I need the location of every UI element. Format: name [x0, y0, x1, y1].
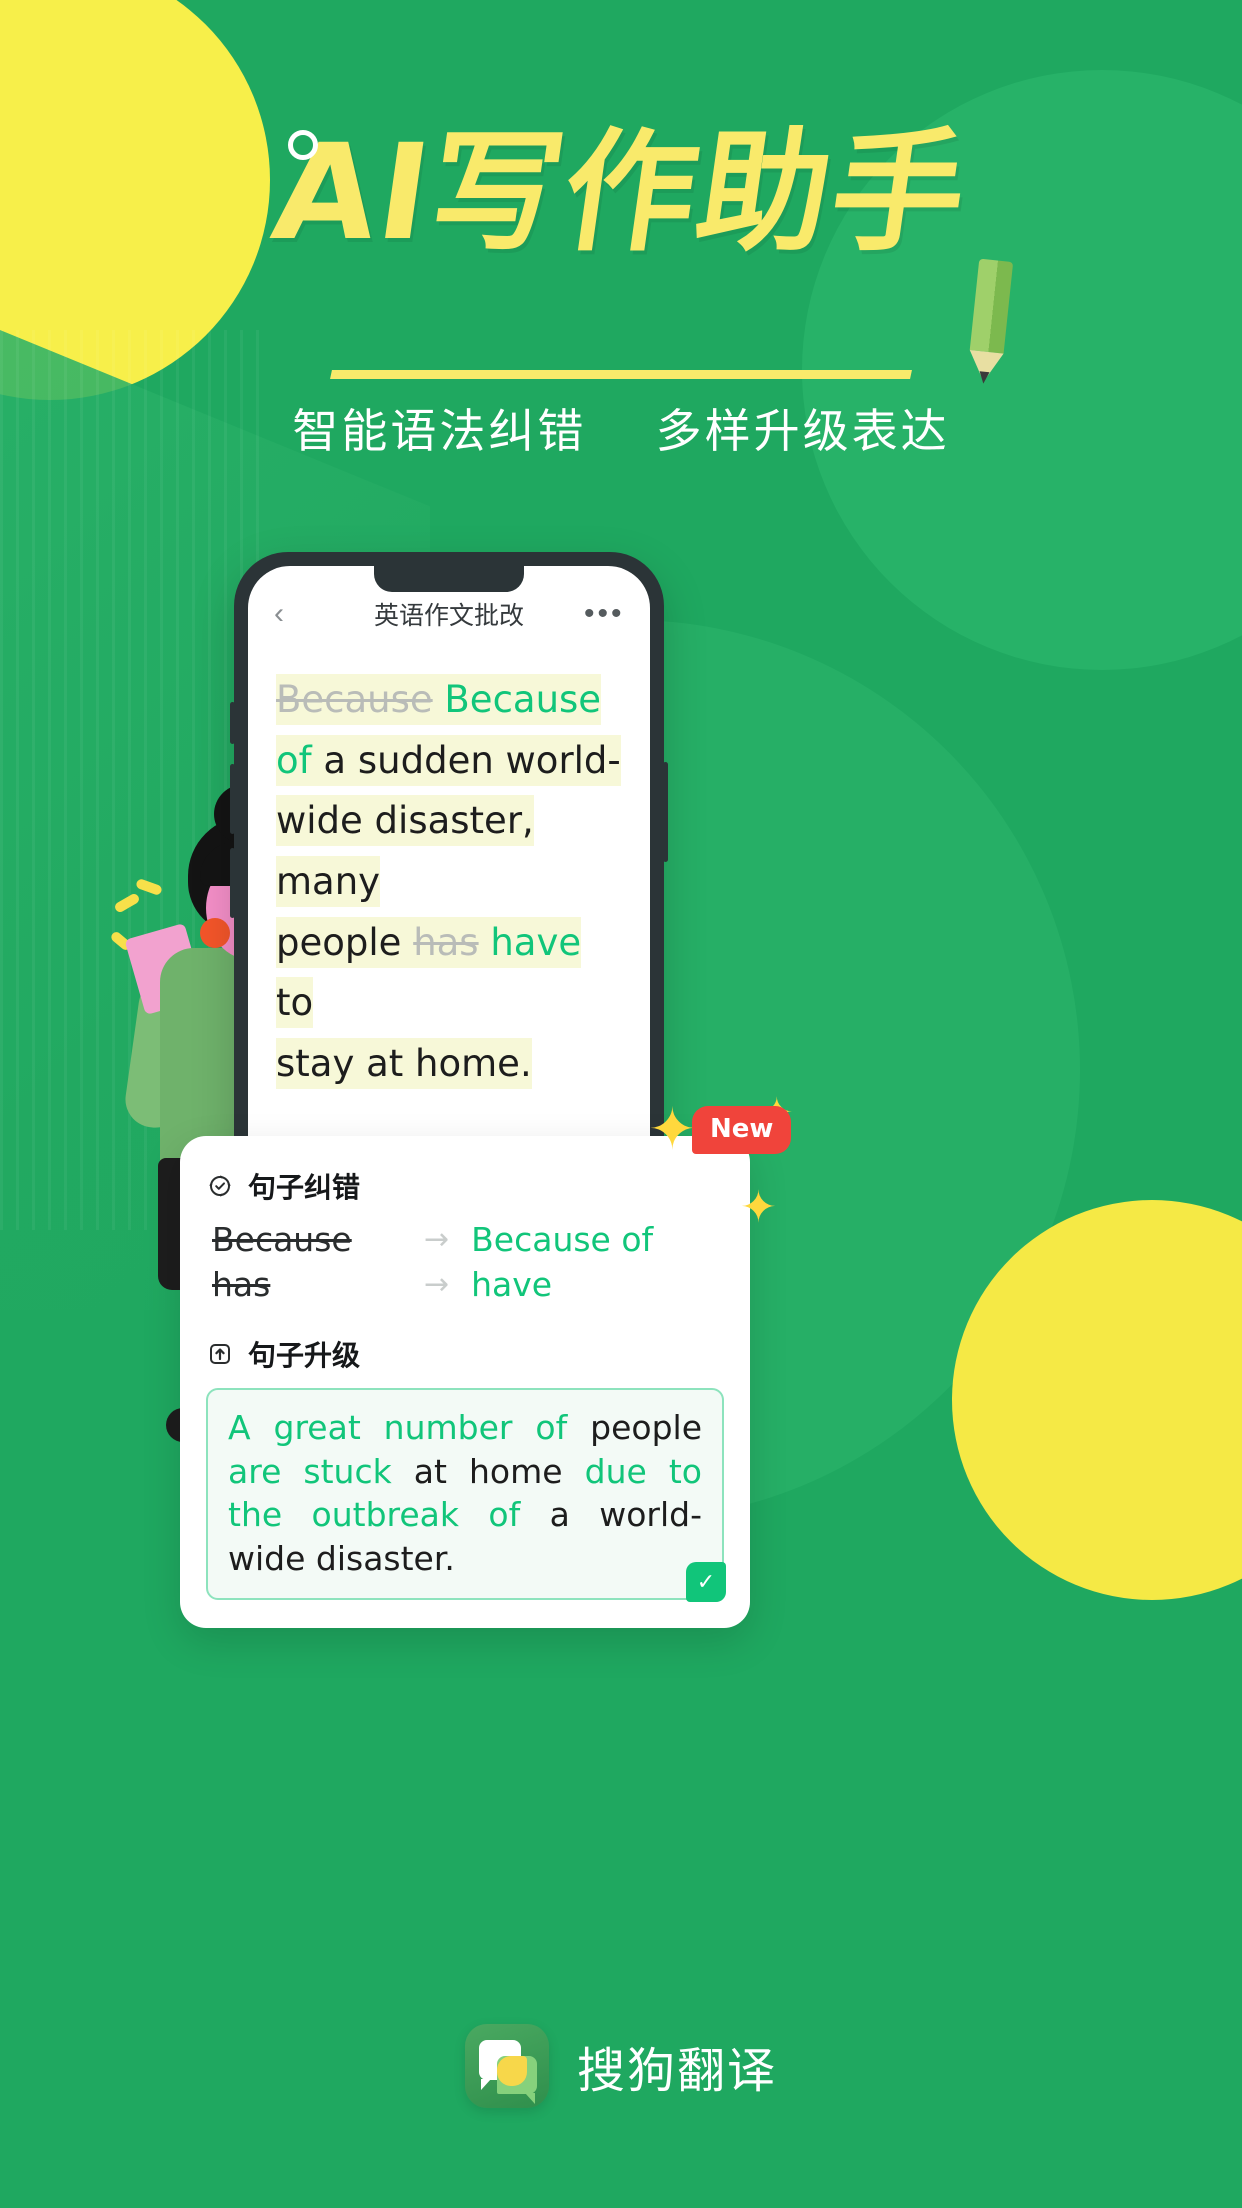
app-screen-title: 英语作文批改 [373, 601, 524, 630]
circle-dot-icon [288, 130, 318, 160]
headline-block: AI写作助手 [0, 116, 1242, 385]
sparkle-icon: ✦ [648, 1097, 697, 1162]
upgraded-sentence-box: A great number of people are stuck at ho… [206, 1388, 726, 1603]
sogou-translate-icon [464, 2024, 549, 2108]
headline-underline [330, 370, 912, 379]
result-card: 句子纠错 Because → Because of has → have 句子升… [180, 1136, 750, 1629]
essay-tail-4: to [276, 981, 314, 1025]
sparkle-icon: ✦ [740, 1183, 777, 1232]
correction-row: Because → Because of [212, 1220, 724, 1259]
upgrade-section-header: 句子升级 [206, 1334, 724, 1374]
essay-strike-4: has [413, 920, 479, 964]
arrow-right-icon: → [424, 1267, 450, 1302]
correction-section-title: 句子纠错 [248, 1171, 361, 1204]
essay-fix-1: Because [444, 678, 602, 721]
check-circle-icon [206, 1172, 234, 1200]
poster-root: AI写作助手 智能语法纠错 多样升级表达 ‹ 英语作文批改 ••• Becaus… [0, 0, 1242, 2208]
correction-new-1: Because of [471, 1220, 654, 1259]
phone-notch [374, 566, 524, 592]
more-horizontal-icon[interactable]: ••• [584, 599, 624, 629]
essay-strike-1: Because [276, 678, 433, 721]
brand-name: 搜狗翻译 [576, 2043, 777, 2099]
essay-fix-4: have [490, 920, 582, 964]
correction-row: has → have [212, 1265, 724, 1304]
page-title: AI写作助手 [264, 116, 978, 270]
essay-plain-4: people [276, 920, 414, 964]
upgrade-part-1: A great number of [228, 1408, 591, 1447]
brand-footer: 搜狗翻译 [0, 2024, 1242, 2108]
correction-old-1: Because [212, 1220, 352, 1259]
upgrade-part-3: are stuck [228, 1451, 414, 1491]
back-icon[interactable]: ‹ [274, 599, 314, 629]
essay-fix-2: of [276, 738, 312, 782]
upgrade-part-4: at home [413, 1451, 585, 1491]
essay-text: Because Because of a sudden world- wide … [248, 644, 650, 1095]
correction-new-2: have [471, 1265, 553, 1304]
new-badge: New [692, 1106, 792, 1154]
essay-plain-5: stay at home. [276, 1038, 532, 1090]
upgrade-section-title: 句子升级 [248, 1339, 361, 1372]
essay-plain-2: a sudden world- [311, 738, 621, 782]
subtitle-left: 智能语法纠错 [292, 404, 587, 458]
correction-old-2: has [212, 1265, 271, 1304]
correction-section-header: 句子纠错 [206, 1166, 724, 1206]
subtitle: 智能语法纠错 多样升级表达 [0, 395, 1242, 461]
arrow-right-icon: → [424, 1222, 450, 1257]
essay-plain-3: wide disaster, many [276, 795, 534, 908]
upgrade-part-2: people [590, 1408, 702, 1447]
subtitle-right: 多样升级表达 [655, 404, 950, 458]
confirm-check-icon[interactable]: ✓ [686, 1562, 726, 1603]
arrow-up-box-icon [206, 1340, 234, 1368]
